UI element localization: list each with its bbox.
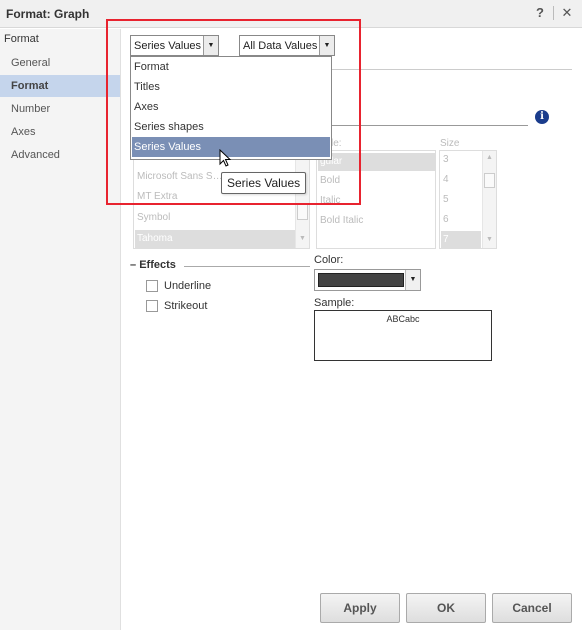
annotation-highlight-box	[106, 19, 361, 205]
size-list[interactable]: 3 4 5 6 7 ▲ ▼	[439, 150, 497, 249]
help-button[interactable]: ?	[532, 5, 548, 21]
scroll-thumb[interactable]	[297, 203, 308, 220]
underline-checkbox[interactable]	[146, 280, 158, 293]
size-list-scrollbar[interactable]: ▲ ▼	[482, 151, 496, 248]
chevron-down-icon[interactable]: ▼	[299, 235, 306, 242]
sidebar: Format General Format Number Axes Advanc…	[0, 29, 121, 630]
strikeout-option[interactable]: Strikeout	[146, 300, 208, 313]
sidebar-item-number[interactable]: Number	[0, 98, 120, 120]
chevron-down-icon[interactable]: ▼	[405, 270, 420, 290]
sidebar-item-general[interactable]: General	[0, 52, 120, 74]
cancel-button[interactable]: Cancel	[492, 593, 572, 623]
color-swatch	[318, 273, 404, 287]
title-separator	[553, 6, 554, 20]
list-item[interactable]: Tahoma	[135, 230, 295, 248]
underline-label: Underline	[164, 280, 212, 292]
apply-button[interactable]: Apply	[320, 593, 400, 623]
color-picker[interactable]: ▼	[314, 269, 421, 291]
sidebar-item-advanced[interactable]: Advanced	[0, 144, 120, 166]
scroll-thumb[interactable]	[484, 173, 495, 188]
sidebar-heading: Format	[4, 33, 39, 45]
effects-section-title[interactable]: – Effects	[130, 259, 176, 271]
collapse-icon[interactable]: –	[130, 259, 136, 271]
sample-text: ABCabc	[386, 314, 420, 324]
sample-label: Sample:	[314, 297, 355, 309]
effects-title-text: Effects	[139, 259, 176, 271]
ok-button[interactable]: OK	[406, 593, 486, 623]
strikeout-label: Strikeout	[164, 300, 208, 312]
list-item[interactable]: 7	[441, 231, 481, 248]
strikeout-checkbox[interactable]	[146, 300, 158, 313]
close-button[interactable]: ✕	[559, 5, 575, 21]
list-item[interactable]: Bold Italic	[320, 215, 363, 226]
effects-divider	[184, 266, 310, 267]
list-item[interactable]: 6	[443, 214, 449, 225]
info-icon[interactable]: i	[535, 110, 549, 124]
list-item[interactable]: 4	[443, 174, 449, 185]
window-title: Format: Graph	[6, 7, 90, 21]
list-item[interactable]: 3	[443, 154, 449, 165]
color-label: Color:	[314, 254, 344, 266]
chevron-down-icon[interactable]: ▼	[486, 236, 493, 243]
list-item[interactable]: 5	[443, 194, 449, 205]
sidebar-item-format[interactable]: Format	[0, 75, 120, 97]
underline-option[interactable]: Underline	[146, 280, 212, 293]
size-label: Size	[440, 138, 460, 149]
sidebar-item-axes[interactable]: Axes	[0, 121, 120, 143]
sample-preview: ABCabc	[314, 310, 492, 361]
chevron-up-icon[interactable]: ▲	[486, 154, 493, 161]
list-item[interactable]: Symbol	[137, 212, 170, 223]
